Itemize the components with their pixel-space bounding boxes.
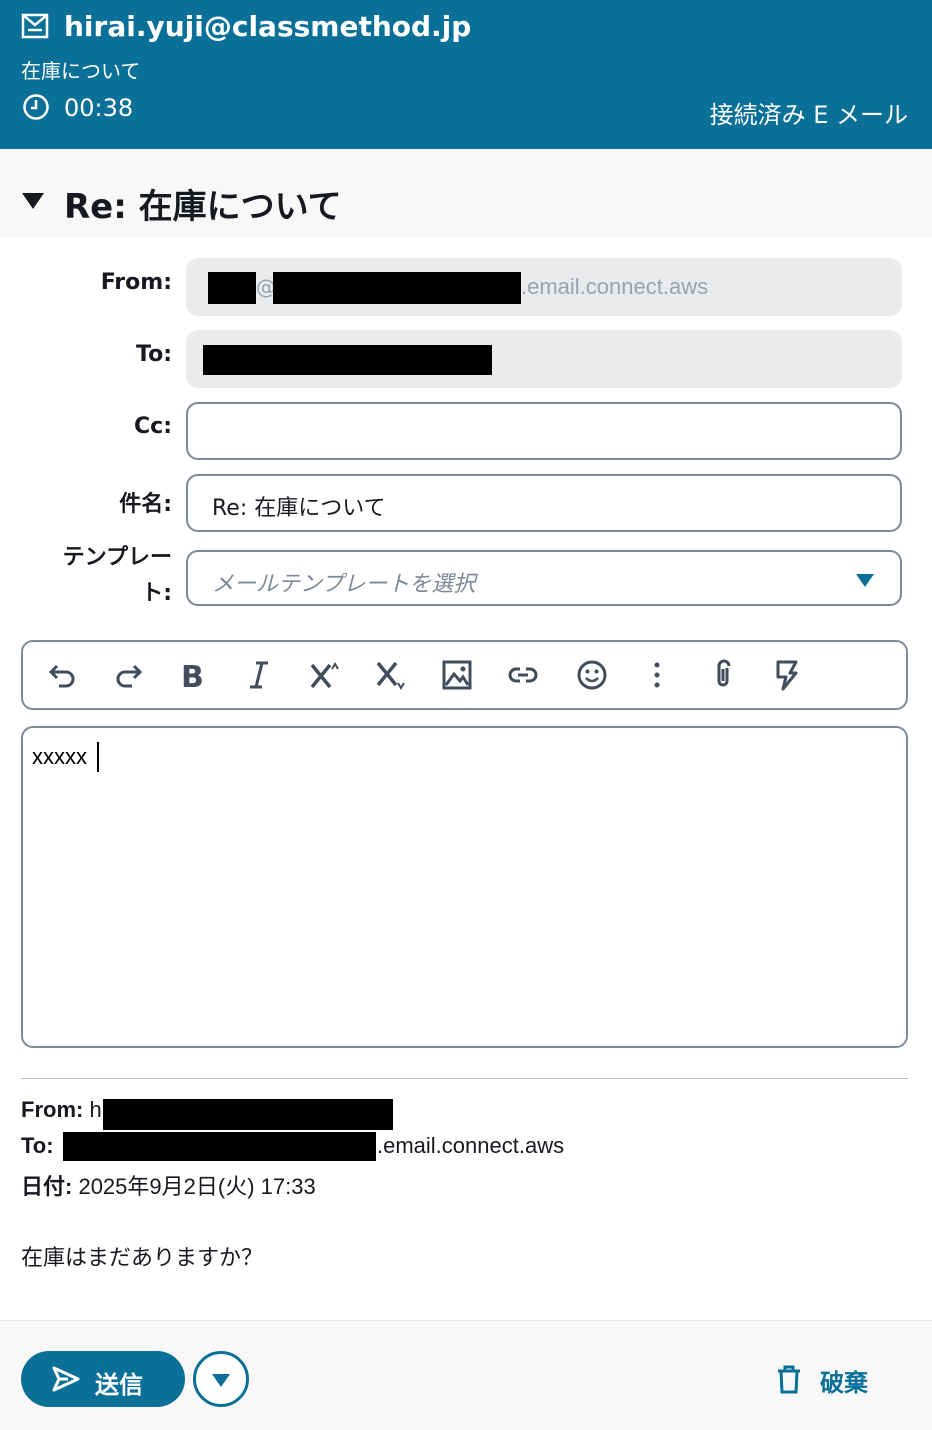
text-cursor [97,742,99,772]
quoted-body: 在庫はまだありますか？ [21,1245,264,1270]
template-label: テンプレート: [62,545,172,606]
send-icon [52,1366,80,1392]
chevron-down-icon [212,1374,230,1387]
trash-icon [778,1365,800,1394]
redacted-block [203,345,492,375]
send-label: 送信 [95,1371,143,1399]
send-button[interactable]: 送信 [21,1351,185,1407]
to-field [186,330,902,388]
image-icon[interactable] [439,657,475,693]
subscript-icon[interactable] [373,657,409,693]
template-placeholder: メールテンプレートを選択 [212,572,476,597]
dropdown-arrow-icon [856,574,874,587]
subject-input[interactable]: Re: 在庫について [186,474,902,532]
to-label: To: [136,342,172,367]
collapse-caret-icon[interactable] [22,193,44,209]
link-icon[interactable] [505,657,541,693]
more-vertical-icon[interactable] [639,657,675,693]
quoted-date: 日付: 2025年9月2日(火) 17:33 [21,1174,316,1199]
clock-icon [23,94,49,120]
compose-title: Re: 在庫について [64,187,342,227]
undo-icon[interactable] [45,657,81,693]
redacted-block [273,272,521,304]
subject-value: Re: 在庫について [212,496,386,521]
compose-section-header[interactable]: Re: 在庫について [0,149,932,237]
discard-label: 破棄 [820,1369,868,1397]
contact-email: hirai.yuji@classmethod.jp [64,10,472,43]
subject-label: 件名: [119,492,172,517]
italic-icon[interactable] [241,657,277,693]
cc-label: Cc: [134,414,172,439]
email-body-text: xxxxx [32,744,87,769]
quoted-to-domain: .email.connect.aws [377,1133,565,1158]
quick-response-icon[interactable] [769,657,805,693]
compose-footer: 送信 破棄 [0,1320,932,1430]
redo-icon[interactable] [110,657,146,693]
cc-input[interactable] [186,402,902,460]
contact-header: hirai.yuji@classmethod.jp 在庫について 00:38 接… [0,0,932,149]
from-field: @ .email.connect.aws [186,258,902,316]
from-domain: .email.connect.aws [521,274,709,299]
email-icon [21,13,49,39]
quoted-from: From: h [21,1097,102,1122]
superscript-icon[interactable] [307,657,343,693]
redacted-block [103,1099,393,1130]
from-label: From: [100,270,172,295]
email-body-editor[interactable]: xxxxx [21,726,908,1048]
quote-divider [21,1078,908,1079]
attachment-icon[interactable] [705,657,741,693]
send-options-button[interactable] [193,1351,249,1407]
contact-timer: 00:38 [64,94,134,122]
editor-toolbar: B [21,640,908,710]
template-select[interactable]: メールテンプレートを選択 [186,550,902,606]
redacted-block [63,1132,376,1161]
contact-subject: 在庫について [21,59,141,83]
contact-status: 接続済み E メール [709,101,908,129]
svg-text:B: B [181,660,204,691]
bold-icon[interactable]: B [175,657,211,693]
quoted-to: To: [21,1133,54,1158]
emoji-icon[interactable] [574,657,610,693]
redacted-block [208,272,256,304]
